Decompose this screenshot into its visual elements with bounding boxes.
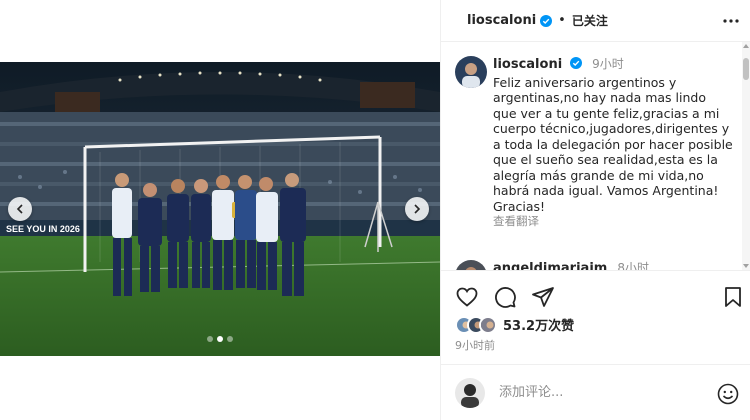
caption-text: Feliz aniversario argentinos y argentina… — [493, 74, 733, 214]
save-button[interactable] — [721, 285, 745, 309]
commenter-avatar[interactable] — [455, 260, 487, 270]
media-area: SEE YOU IN 2026 — [0, 0, 440, 420]
heart-icon — [456, 287, 478, 307]
author-avatar[interactable] — [455, 56, 487, 88]
verified-badge-icon — [540, 14, 553, 27]
more-options-icon — [723, 18, 739, 23]
comment-icon — [495, 287, 516, 308]
post-photo[interactable]: SEE YOU IN 2026 — [0, 62, 440, 356]
emoji-icon — [717, 383, 739, 405]
comment-button[interactable] — [493, 285, 517, 309]
current-user-avatar — [455, 377, 485, 408]
carousel-prev-button[interactable] — [8, 197, 32, 221]
commenter-username[interactable]: angeldimariajm — [493, 261, 607, 270]
post-panel: lioscaloni • 已关注 lioscaloni 9小时 Feliz an… — [440, 0, 750, 420]
avatar-image — [455, 260, 487, 270]
scroll-down-arrow[interactable] — [743, 264, 749, 268]
comment-time: 8小时 — [617, 261, 649, 270]
carousel-dot — [207, 336, 213, 342]
liker-avatar — [479, 315, 497, 334]
comment-item: angeldimariajm 8小时 — [455, 260, 740, 270]
ad-banner-text: SEE YOU IN 2026 — [6, 224, 80, 234]
likes-count[interactable]: 53.2万次赞 — [503, 315, 574, 334]
comments-list[interactable]: lioscaloni 9小时 Feliz aniversario argenti… — [441, 42, 743, 270]
caption-time: 9小时 — [592, 57, 624, 71]
share-icon — [532, 287, 554, 307]
post-timestamp[interactable]: 9小时前 — [455, 337, 495, 353]
scroll-up-arrow[interactable] — [743, 44, 749, 48]
verified-badge-icon — [570, 57, 583, 69]
following-button[interactable]: 已关注 — [572, 12, 608, 29]
bookmark-icon — [725, 287, 741, 307]
emoji-button[interactable] — [717, 383, 739, 405]
caption-comment: lioscaloni 9小时 Feliz aniversario argenti… — [455, 56, 740, 230]
likes-summary[interactable]: 53.2万次赞 — [455, 315, 574, 334]
comment-body: angeldimariajm 8小时 — [493, 260, 733, 270]
avatar-image — [455, 377, 485, 408]
comment-input[interactable] — [499, 385, 699, 400]
scroll-thumb[interactable] — [743, 58, 749, 80]
avatar-image — [481, 317, 495, 332]
caption-body: lioscaloni 9小时 Feliz aniversario argenti… — [493, 56, 733, 230]
carousel-dot-active — [217, 336, 223, 342]
avatar-image — [455, 56, 487, 88]
see-translation-link[interactable]: 查看翻译 — [493, 214, 733, 230]
chevron-left-icon — [16, 204, 23, 214]
comments-scrollbar[interactable] — [742, 42, 750, 270]
post-header: lioscaloni • 已关注 — [441, 0, 750, 42]
more-options-button[interactable] — [722, 12, 740, 30]
author-username[interactable]: lioscaloni — [467, 13, 536, 28]
like-button[interactable] — [455, 285, 479, 309]
chevron-right-icon — [414, 204, 421, 214]
carousel-indicator — [0, 336, 440, 342]
share-button[interactable] — [531, 285, 555, 309]
caption-username[interactable]: lioscaloni — [493, 57, 562, 72]
carousel-dot — [227, 336, 233, 342]
action-icon-row — [455, 285, 745, 309]
add-comment-bar — [441, 364, 750, 420]
carousel-next-button[interactable] — [405, 197, 429, 221]
header-separator: • — [558, 13, 566, 28]
stadium-photo: SEE YOU IN 2026 — [0, 62, 440, 356]
